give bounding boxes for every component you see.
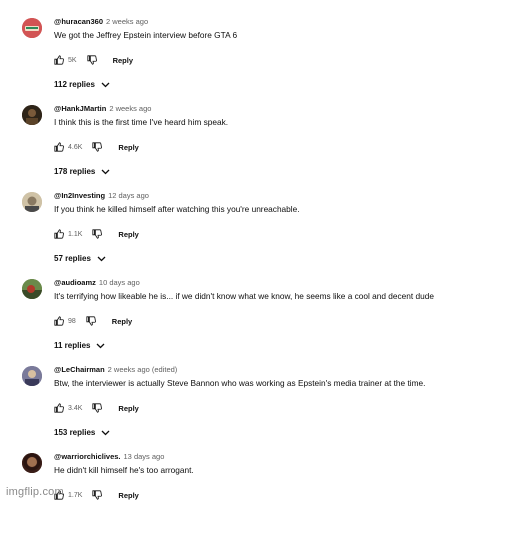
replies-count[interactable]: 112 replies [54,80,95,89]
comment-author[interactable]: @huracan360 [54,17,103,26]
reply-button[interactable]: Reply [113,56,133,65]
replies-count[interactable]: 153 replies [54,428,95,437]
comment-item: @huracan360 2 weeks ago We got the Jeffre… [0,17,509,105]
like-count: 4.6K [68,143,83,151]
thumbs-up-icon[interactable] [54,55,64,65]
comment-actions: 3.4K Reply [54,401,139,415]
comment-meta: @huracan360 2 weeks ago [54,17,148,26]
comment-text: I think this is the first time I've hear… [54,117,229,127]
replies-count[interactable]: 178 replies [54,167,95,176]
replies-toggle[interactable]: 153 replies [54,428,110,437]
comment-time[interactable]: 2 weeks ago [106,17,148,26]
replies-toggle[interactable]: 11 replies [54,341,105,350]
comment-text: We got the Jeffrey Epstein interview bef… [54,30,238,40]
comment-author[interactable]: @LeChairman [54,365,105,374]
thumbs-down-icon[interactable] [86,55,97,65]
comment-meta: @audioamz 10 days ago [54,278,140,287]
comment-meta: @warriorchiclives. 13 days ago [54,452,164,461]
comment-item: @HankJMartin 2 weeks ago I think this is … [0,104,509,192]
chevron-down-icon[interactable] [91,256,106,262]
chevron-down-icon[interactable] [95,430,110,436]
like-count: 98 [68,317,76,325]
comment-text: It's terrifying how likeable he is... if… [54,291,434,301]
comment-item: @LeChairman 2 weeks ago (edited) Btw, the… [0,365,509,453]
like-count: 3.4K [68,404,83,412]
reply-button[interactable]: Reply [118,230,138,239]
like-count: 1.1K [68,230,83,238]
avatar[interactable] [22,279,42,299]
thumbs-down-icon[interactable] [92,403,103,413]
comment-text: Btw, the interviewer is actually Steve B… [54,378,426,388]
comment-actions: 98 Reply [54,314,132,328]
avatar[interactable] [22,105,42,125]
comment-time[interactable]: 2 weeks ago [109,104,151,113]
comment-text: If you think he killed himself after wat… [54,204,300,214]
replies-count[interactable]: 11 replies [54,341,90,350]
comment-meta: @In2Investing 12 days ago [54,191,149,200]
comment-item: @warriorchiclives. 13 days ago He didn't … [0,452,509,540]
comment-author[interactable]: @warriorchiclives. [54,452,121,461]
reply-button[interactable]: Reply [112,317,132,326]
comment-author[interactable]: @audioamz [54,278,96,287]
avatar[interactable] [22,192,42,212]
comment-item: @In2Investing 12 days ago If you think he… [0,191,509,279]
replies-count[interactable]: 57 replies [54,254,91,263]
comment-time[interactable]: 10 days ago [99,278,140,287]
reply-button[interactable]: Reply [118,404,138,413]
replies-toggle[interactable]: 112 replies [54,80,110,89]
replies-toggle[interactable]: 178 replies [54,167,110,176]
comment-time[interactable]: 13 days ago [124,452,165,461]
thumbs-down-icon[interactable] [92,142,103,152]
avatar[interactable] [22,366,42,386]
imgflip-watermark: imgflip.com [6,486,64,498]
like-count: 1.7K [68,491,83,499]
comment-actions: 4.6K Reply [54,140,139,154]
comment-author[interactable]: @HankJMartin [54,104,106,113]
reply-button[interactable]: Reply [118,143,138,152]
thumbs-down-icon[interactable] [92,229,103,239]
thumbs-up-icon[interactable] [54,229,64,239]
comment-time[interactable]: 12 days ago [108,191,149,200]
comment-actions: 1.1K Reply [54,227,139,241]
comment-time[interactable]: 2 weeks ago (edited) [108,365,178,374]
comment-meta: @LeChairman 2 weeks ago (edited) [54,365,177,374]
thumbs-up-icon[interactable] [54,403,64,413]
avatar[interactable] [22,18,42,38]
chevron-down-icon[interactable] [90,343,105,349]
thumbs-down-icon[interactable] [86,316,96,326]
thumbs-up-icon[interactable] [54,142,64,152]
comment-item: @audioamz 10 days ago It's terrifying how… [0,278,509,366]
like-count: 5K [68,56,77,64]
reply-button[interactable]: Reply [118,491,138,500]
thumbs-down-icon[interactable] [92,490,103,500]
replies-toggle[interactable]: 57 replies [54,254,106,263]
chevron-down-icon[interactable] [95,82,110,88]
comment-text: He didn't kill himself he's too arrogant… [54,465,194,475]
comment-author[interactable]: @In2Investing [54,191,105,200]
thumbs-up-icon[interactable] [54,316,64,326]
avatar[interactable] [22,453,42,473]
comment-actions: 5K Reply [54,53,133,67]
chevron-down-icon[interactable] [95,169,110,175]
comment-meta: @HankJMartin 2 weeks ago [54,104,151,113]
